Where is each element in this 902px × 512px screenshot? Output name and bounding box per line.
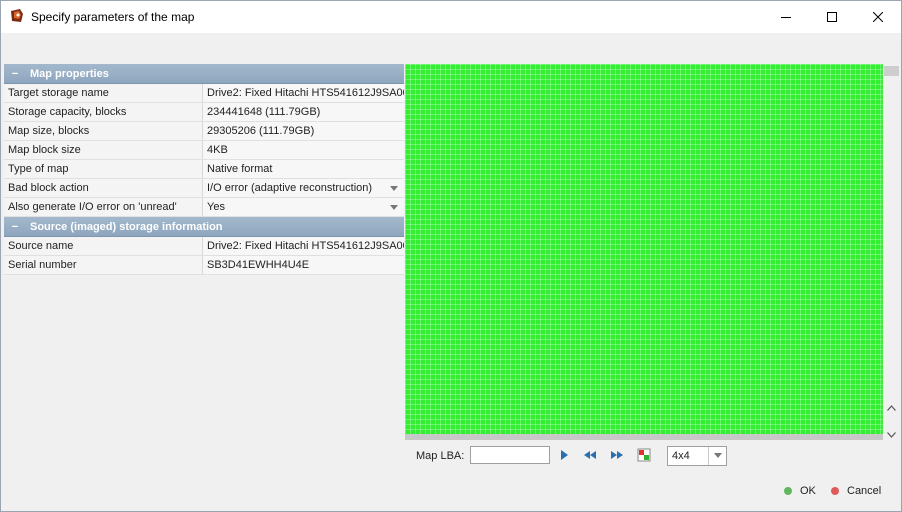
map-legend-icon[interactable] [637, 448, 651, 462]
dropdown-arrow-icon[interactable] [390, 182, 398, 194]
prop-name: Type of map [4, 160, 203, 178]
prop-row-source-name[interactable]: Source name Drive2: Fixed Hitachi HTS541… [4, 237, 404, 256]
prop-name: Map size, blocks [4, 122, 203, 140]
prop-value-dropdown[interactable]: I/O error (adaptive reconstruction) [203, 179, 404, 197]
prop-name: Bad block action [4, 179, 203, 197]
scroll-thumb[interactable] [884, 66, 899, 76]
prop-row-storage-capacity[interactable]: Storage capacity, blocks 234441648 (111.… [4, 103, 404, 122]
zoom-value: 4x4 [672, 450, 690, 462]
prop-value[interactable]: SB3D41EWHH4U4E [203, 256, 404, 274]
prop-value[interactable]: Drive2: Fixed Hitachi HTS541612J9SA00 [203, 237, 404, 255]
cancel-label: Cancel [847, 485, 882, 497]
fast-forward-icon[interactable] [610, 448, 624, 462]
prop-value[interactable]: 234441648 (111.79GB) [203, 103, 404, 121]
section-title: Source (imaged) storage information [30, 220, 223, 233]
chevron-down-icon[interactable] [708, 447, 726, 465]
dropdown-arrow-icon[interactable] [390, 201, 398, 213]
prop-name: Serial number [4, 256, 203, 274]
prop-name: Target storage name [4, 84, 203, 102]
close-button[interactable] [855, 1, 901, 33]
ok-label: OK [800, 485, 816, 497]
dialog-window: Specify parameters of the map − Map prop… [0, 0, 902, 512]
play-icon[interactable] [557, 448, 571, 462]
rewind-icon[interactable] [583, 448, 597, 462]
map-lba-label: Map LBA: [416, 450, 465, 462]
window-title: Specify parameters of the map [31, 10, 195, 24]
title-bar: Specify parameters of the map [1, 1, 901, 33]
minimize-button[interactable] [763, 1, 809, 33]
cancel-button[interactable]: Cancel [831, 482, 881, 500]
prop-name: Map block size [4, 141, 203, 159]
section-map-properties[interactable]: − Map properties [4, 64, 404, 84]
prop-row-unread-io-error[interactable]: Also generate I/O error on 'unread' Yes [4, 198, 404, 217]
block-map-grid[interactable] [405, 64, 883, 434]
app-logo-icon [9, 8, 25, 24]
prop-row-type-of-map[interactable]: Type of map Native format [4, 160, 404, 179]
cancel-status-icon [831, 487, 839, 495]
section-source-info[interactable]: − Source (imaged) storage information [4, 217, 404, 237]
prop-value[interactable]: Drive2: Fixed Hitachi HTS541612J9SA00 [203, 84, 404, 102]
section-title: Map properties [30, 67, 109, 80]
prop-value[interactable]: Native format [203, 160, 404, 178]
prop-name: Source name [4, 237, 203, 255]
map-vertical-scrollbar[interactable] [883, 64, 900, 440]
collapse-icon[interactable]: − [4, 68, 26, 80]
chevron-up-icon[interactable] [887, 402, 896, 411]
prop-row-bad-block-action[interactable]: Bad block action I/O error (adaptive rec… [4, 179, 404, 198]
prop-row-map-size[interactable]: Map size, blocks 29305206 (111.79GB) [4, 122, 404, 141]
ok-status-icon [784, 487, 792, 495]
prop-name: Also generate I/O error on 'unread' [4, 198, 203, 216]
zoom-select[interactable]: 4x4 [667, 446, 727, 466]
prop-value[interactable]: 29305206 (111.79GB) [203, 122, 404, 140]
prop-row-map-block-size[interactable]: Map block size 4KB [4, 141, 404, 160]
property-grid: − Map properties Target storage name Dri… [4, 64, 404, 498]
maximize-button[interactable] [809, 1, 855, 33]
map-scroll-strip [405, 434, 883, 440]
ok-button[interactable]: OK [784, 482, 816, 500]
prop-row-target-storage[interactable]: Target storage name Drive2: Fixed Hitach… [4, 84, 404, 103]
prop-name: Storage capacity, blocks [4, 103, 203, 121]
chevron-down-icon[interactable] [887, 429, 896, 438]
map-lba-input[interactable] [470, 446, 550, 464]
prop-value[interactable]: 4KB [203, 141, 404, 159]
map-toolbar: Map LBA: 4x4 [405, 443, 900, 469]
collapse-icon[interactable]: − [4, 221, 26, 233]
prop-value-dropdown[interactable]: Yes [203, 198, 404, 216]
prop-row-serial-number[interactable]: Serial number SB3D41EWHH4U4E [4, 256, 404, 275]
